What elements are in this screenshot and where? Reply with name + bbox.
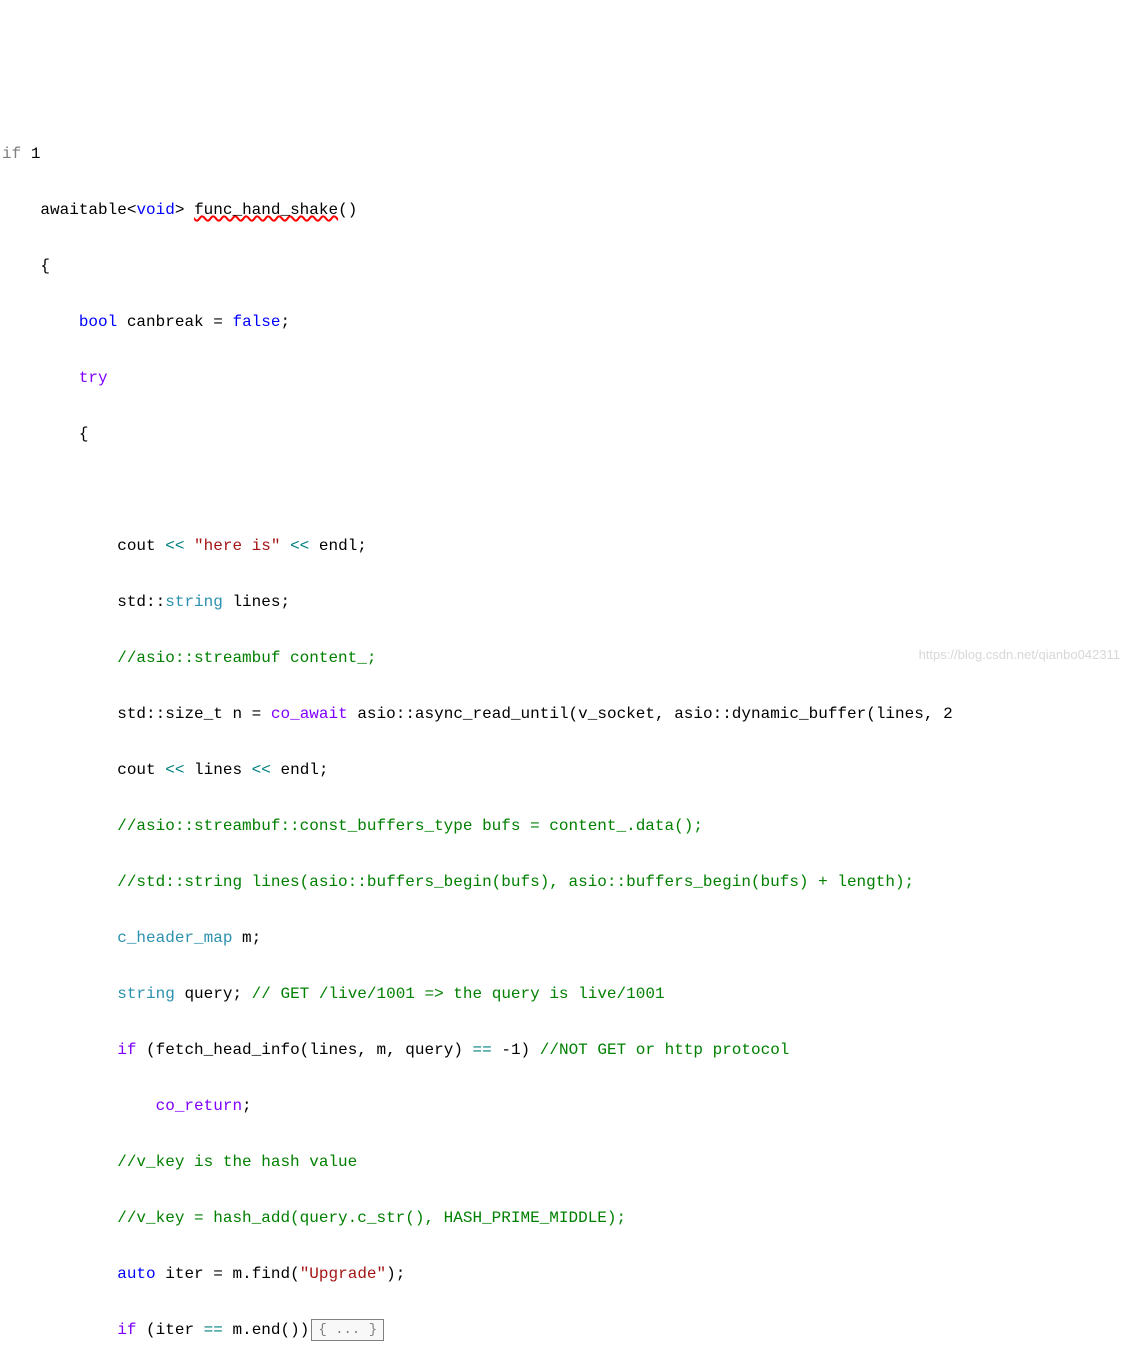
operator: << — [165, 761, 184, 779]
code-line: co_return; — [2, 1092, 1128, 1120]
code-line: //v_key is the hash value — [2, 1148, 1128, 1176]
code-line: auto iter = m.find("Upgrade"); — [2, 1260, 1128, 1288]
brace: { — [79, 425, 89, 443]
number: -1 — [501, 1041, 520, 1059]
comment: //std::string lines(asio::buffers_begin(… — [117, 873, 914, 891]
method: find — [252, 1265, 290, 1283]
function-name: func_hand_shake — [194, 201, 338, 219]
false-keyword: false — [232, 313, 280, 331]
code-line: if (iter == m.end()){ ... } — [2, 1316, 1128, 1344]
identifier: iter — [156, 1321, 194, 1339]
code-line: //std::string lines(asio::buffers_begin(… — [2, 868, 1128, 896]
if-keyword: if — [117, 1041, 136, 1059]
argument: lines — [876, 705, 924, 723]
code-line: //v_key = hash_add(query.c_str(), HASH_P… — [2, 1204, 1128, 1232]
comment: //v_key is the hash value — [117, 1153, 357, 1171]
comment: //asio::streambuf::const_buffers_type bu… — [117, 817, 703, 835]
code-line: { — [2, 420, 1128, 448]
code-line: std::string lines; — [2, 588, 1128, 616]
code-line: c_header_map m; — [2, 924, 1128, 952]
function-call: fetch_head_info — [156, 1041, 300, 1059]
argument: v_socket — [578, 705, 655, 723]
comment: //NOT GET or http protocol — [540, 1041, 790, 1059]
if-keyword: if — [117, 1321, 136, 1339]
type: size_t — [165, 705, 223, 723]
identifier: endl — [319, 537, 357, 555]
function-call: dynamic_buffer — [732, 705, 866, 723]
watermark: https://blog.csdn.net/qianbo042311 — [919, 644, 1120, 667]
namespace: std — [117, 593, 146, 611]
variable: m — [242, 929, 252, 947]
method: end — [252, 1321, 281, 1339]
operator: << — [165, 537, 184, 555]
code-line: if (fetch_head_info(lines, m, query) == … — [2, 1036, 1128, 1064]
code-line: { — [2, 252, 1128, 280]
coawait-keyword: co_await — [271, 705, 348, 723]
fold-indicator[interactable]: { ... } — [311, 1319, 384, 1341]
operator: << — [290, 537, 309, 555]
string-literal: "here is" — [194, 537, 280, 555]
code-line: string query; // GET /live/1001 => the q… — [2, 980, 1128, 1008]
code-line — [2, 476, 1128, 504]
code-line: try — [2, 364, 1128, 392]
namespace: std — [117, 705, 146, 723]
type: c_header_map — [117, 929, 232, 947]
code-line: awaitable<void> func_hand_shake() — [2, 196, 1128, 224]
variable: iter — [165, 1265, 203, 1283]
code-line: cout << lines << endl; — [2, 756, 1128, 784]
variable: canbreak — [127, 313, 204, 331]
code-line: //asio::streambuf::const_buffers_type bu… — [2, 812, 1128, 840]
operator: == — [204, 1321, 223, 1339]
identifier: awaitable — [40, 201, 126, 219]
void-keyword: void — [136, 201, 174, 219]
identifier: m — [232, 1321, 242, 1339]
code-line: cout << "here is" << endl; — [2, 532, 1128, 560]
variable: lines — [232, 593, 280, 611]
arguments: lines, m, query — [309, 1041, 453, 1059]
operator: << — [252, 761, 271, 779]
comment: // GET /live/1001 => the query is live/1… — [252, 985, 665, 1003]
coreturn-keyword: co_return — [156, 1097, 242, 1115]
try-keyword: try — [79, 369, 108, 387]
identifier: cout — [117, 761, 155, 779]
operator: == — [473, 1041, 492, 1059]
function-call: async_read_until — [415, 705, 569, 723]
identifier: endl — [280, 761, 318, 779]
type: string — [117, 985, 175, 1003]
auto-keyword: auto — [117, 1265, 155, 1283]
identifier: cout — [117, 537, 155, 555]
bool-keyword: bool — [79, 313, 117, 331]
number: 2 — [943, 705, 953, 723]
identifier: lines — [194, 761, 242, 779]
string-literal: "Upgrade" — [300, 1265, 386, 1283]
namespace: asio — [357, 705, 395, 723]
code-editor[interactable]: if 1 awaitable<void> func_hand_shake() {… — [0, 112, 1128, 1346]
code-line: std::size_t n = co_await asio::async_rea… — [2, 700, 1128, 728]
comment: //v_key = hash_add(query.c_str(), HASH_P… — [117, 1209, 626, 1227]
variable: query — [184, 985, 232, 1003]
brace: { — [40, 257, 50, 275]
namespace: asio — [674, 705, 712, 723]
literal: 1 — [31, 145, 41, 163]
variable: n — [232, 705, 242, 723]
type: string — [165, 593, 223, 611]
identifier: m — [232, 1265, 242, 1283]
code-line: if 1 — [2, 140, 1128, 168]
preproc-if: if — [2, 145, 21, 163]
code-line: bool canbreak = false; — [2, 308, 1128, 336]
comment: //asio::streambuf content_; — [117, 649, 376, 667]
